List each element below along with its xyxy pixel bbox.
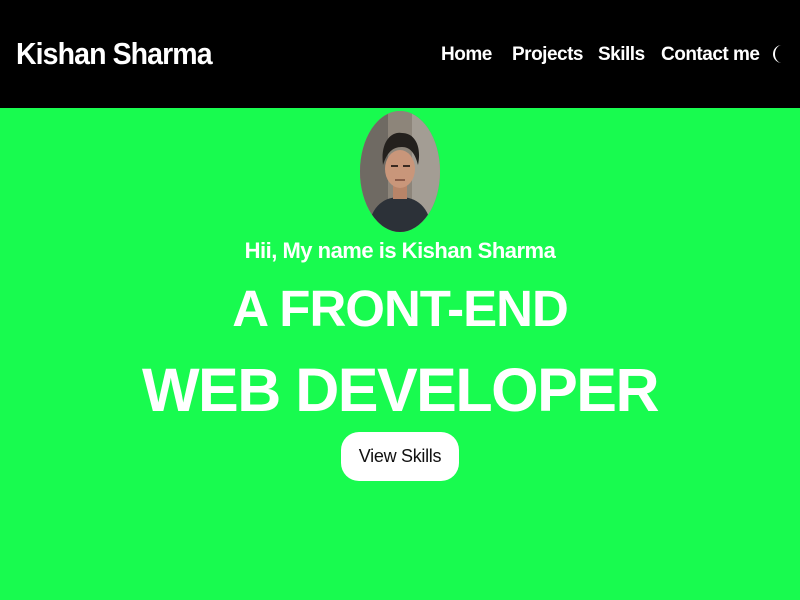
site-brand[interactable]: Kishan Sharma bbox=[16, 36, 213, 72]
profile-photo bbox=[360, 111, 440, 232]
hero-headline-line1: A FRONT-END bbox=[232, 280, 569, 337]
view-skills-button[interactable]: View Skills bbox=[341, 432, 459, 481]
crescent-moon-icon bbox=[773, 45, 782, 63]
dark-mode-toggle[interactable] bbox=[771, 43, 789, 65]
nav-link-projects[interactable]: Projects bbox=[512, 44, 583, 66]
nav-link-skills[interactable]: Skills bbox=[598, 44, 645, 66]
navbar: Kishan Sharma Home Projects Skills Conta… bbox=[0, 0, 800, 108]
nav-link-home[interactable]: Home bbox=[441, 44, 492, 66]
nav-link-contact[interactable]: Contact me bbox=[661, 44, 760, 66]
hero-greeting: Hii, My name is Kishan Sharma bbox=[244, 238, 556, 263]
avatar bbox=[360, 111, 440, 232]
hero-headline-line2: WEB DEVELOPER bbox=[141, 356, 660, 424]
